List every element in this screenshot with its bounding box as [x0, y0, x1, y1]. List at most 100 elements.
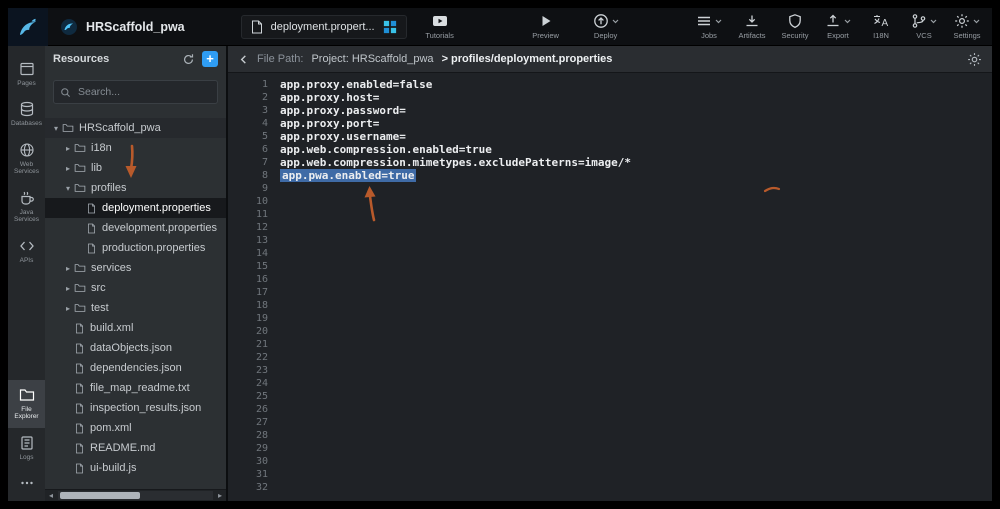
tree-file-ui-build-js[interactable]: ui-build.js — [45, 458, 226, 478]
rail-item-logs[interactable]: Logs — [8, 428, 45, 468]
chevron-right-icon[interactable]: ▸ — [62, 164, 74, 173]
chevron-down-icon[interactable]: ▾ — [62, 184, 74, 193]
code-line[interactable]: 18 — [228, 299, 992, 312]
code-line[interactable]: 6app.web.compression.enabled=true — [228, 143, 992, 156]
code-line[interactable]: 20 — [228, 325, 992, 338]
add-resource-button[interactable]: + — [202, 51, 218, 67]
chevron-down-icon[interactable] — [844, 19, 851, 24]
chevron-right-icon[interactable]: ▸ — [62, 144, 74, 153]
code-text[interactable]: app.proxy.port= — [280, 117, 379, 130]
project-switcher[interactable]: HRScaffold_pwa — [60, 18, 185, 36]
wavemaker-logo-icon[interactable] — [8, 8, 48, 46]
topbar-artifacts[interactable]: Artifacts — [735, 13, 769, 40]
code-line[interactable]: 5app.proxy.username= — [228, 130, 992, 143]
rail-item-pages[interactable]: Pages — [8, 54, 45, 94]
code-line[interactable]: 28 — [228, 429, 992, 442]
tree-file-deployment-properties[interactable]: deployment.properties — [45, 198, 226, 218]
topbar-security[interactable]: Security — [778, 13, 812, 40]
code-text[interactable]: app.proxy.password= — [280, 104, 406, 117]
code-text[interactable]: app.pwa.enabled=true — [280, 169, 416, 182]
tree-file-dataobjects-json[interactable]: dataObjects.json — [45, 338, 226, 358]
code-line[interactable]: 3app.proxy.password= — [228, 104, 992, 117]
code-line[interactable]: 26 — [228, 403, 992, 416]
code-editor[interactable]: 1app.proxy.enabled=false2app.proxy.host=… — [228, 73, 992, 501]
rail-item-apis[interactable]: APIs — [8, 231, 45, 271]
rail-item-java-services[interactable]: Java Services — [8, 183, 45, 231]
topbar-tutorials[interactable]: Tutorials — [423, 13, 457, 40]
chevron-down-icon[interactable]: ▾ — [50, 124, 62, 133]
tree-folder-services[interactable]: ▸services — [45, 258, 226, 278]
scroll-right-arrow[interactable]: ▸ — [214, 490, 226, 501]
chevron-down-icon[interactable] — [612, 19, 619, 24]
topbar-jobs[interactable]: Jobs — [692, 13, 726, 40]
topbar-preview[interactable]: Preview — [529, 13, 563, 40]
layout-grid-icon[interactable] — [383, 20, 397, 34]
tree-folder-src[interactable]: ▸src — [45, 278, 226, 298]
search-input[interactable] — [76, 85, 211, 99]
topbar-vcs[interactable]: VCS — [907, 13, 941, 40]
code-line[interactable]: 2app.proxy.host= — [228, 91, 992, 104]
editor-settings-button[interactable] — [967, 52, 982, 67]
topbar-settings[interactable]: Settings — [950, 13, 984, 40]
tree-file-dependencies-json[interactable]: dependencies.json — [45, 358, 226, 378]
tree-file-inspection-results-json[interactable]: inspection_results.json — [45, 398, 226, 418]
tree-file-build-xml[interactable]: build.xml — [45, 318, 226, 338]
scrollbar-thumb[interactable] — [60, 492, 140, 499]
tree-folder-test[interactable]: ▸test — [45, 298, 226, 318]
code-line[interactable]: 31 — [228, 468, 992, 481]
code-text[interactable]: app.proxy.host= — [280, 91, 379, 104]
code-line[interactable]: 12 — [228, 221, 992, 234]
rail-item-more[interactable] — [8, 468, 45, 501]
tree-file-pom-xml[interactable]: pom.xml — [45, 418, 226, 438]
scrollbar-track[interactable] — [58, 491, 213, 500]
tree-file-file-map-readme-txt[interactable]: file_map_readme.txt — [45, 378, 226, 398]
chevron-down-icon[interactable] — [973, 19, 980, 24]
chevron-down-icon[interactable] — [715, 19, 722, 24]
code-text[interactable]: app.proxy.username= — [280, 130, 406, 143]
code-line[interactable]: 15 — [228, 260, 992, 273]
tree-file-readme-md[interactable]: README.md — [45, 438, 226, 458]
scroll-left-arrow[interactable]: ◂ — [45, 490, 57, 501]
code-line[interactable]: 1app.proxy.enabled=false — [228, 78, 992, 91]
rail-item-databases[interactable]: Databases — [8, 94, 45, 134]
code-text[interactable]: app.proxy.enabled=false — [280, 78, 432, 91]
refresh-icon[interactable] — [182, 53, 195, 66]
tree-folder-profiles[interactable]: ▾profiles — [45, 178, 226, 198]
code-line[interactable]: 19 — [228, 312, 992, 325]
resources-hscrollbar[interactable]: ◂ ▸ — [45, 489, 226, 501]
code-line[interactable]: 9 — [228, 182, 992, 195]
code-line[interactable]: 21 — [228, 338, 992, 351]
file-tab[interactable]: deployment.propert... — [241, 15, 407, 39]
code-line[interactable]: 8app.pwa.enabled=true — [228, 169, 992, 182]
code-line[interactable]: 29 — [228, 442, 992, 455]
code-line[interactable]: 4app.proxy.port= — [228, 117, 992, 130]
code-line[interactable]: 30 — [228, 455, 992, 468]
code-text[interactable]: app.web.compression.mimetypes.excludePat… — [280, 156, 631, 169]
code-line[interactable]: 25 — [228, 390, 992, 403]
chevron-down-icon[interactable] — [930, 19, 937, 24]
code-line[interactable]: 13 — [228, 234, 992, 247]
chevron-right-icon[interactable]: ▸ — [62, 304, 74, 313]
code-line[interactable]: 23 — [228, 364, 992, 377]
code-line[interactable]: 11 — [228, 208, 992, 221]
rail-item-file-explorer[interactable]: File Explorer — [8, 380, 45, 428]
code-line[interactable]: 14 — [228, 247, 992, 260]
code-line[interactable]: 7app.web.compression.mimetypes.excludePa… — [228, 156, 992, 169]
code-line[interactable]: 10 — [228, 195, 992, 208]
topbar-deploy[interactable]: Deploy — [589, 13, 623, 40]
tree-folder-hrscaffold-pwa[interactable]: ▾HRScaffold_pwa — [45, 118, 226, 138]
chevron-right-icon[interactable]: ▸ — [62, 264, 74, 273]
code-line[interactable]: 32 — [228, 481, 992, 494]
code-line[interactable]: 22 — [228, 351, 992, 364]
tree-folder-i18n[interactable]: ▸i18n — [45, 138, 226, 158]
chevron-right-icon[interactable]: ▸ — [62, 284, 74, 293]
tree-folder-lib[interactable]: ▸lib — [45, 158, 226, 178]
code-text[interactable]: app.web.compression.enabled=true — [280, 143, 492, 156]
topbar-i18n[interactable]: AI18N — [864, 13, 898, 40]
tree-file-production-properties[interactable]: production.properties — [45, 238, 226, 258]
search-box[interactable] — [53, 80, 218, 104]
code-line[interactable]: 16 — [228, 273, 992, 286]
code-line[interactable]: 24 — [228, 377, 992, 390]
rail-item-web-services[interactable]: Web Services — [8, 135, 45, 183]
tree-file-development-properties[interactable]: development.properties — [45, 218, 226, 238]
